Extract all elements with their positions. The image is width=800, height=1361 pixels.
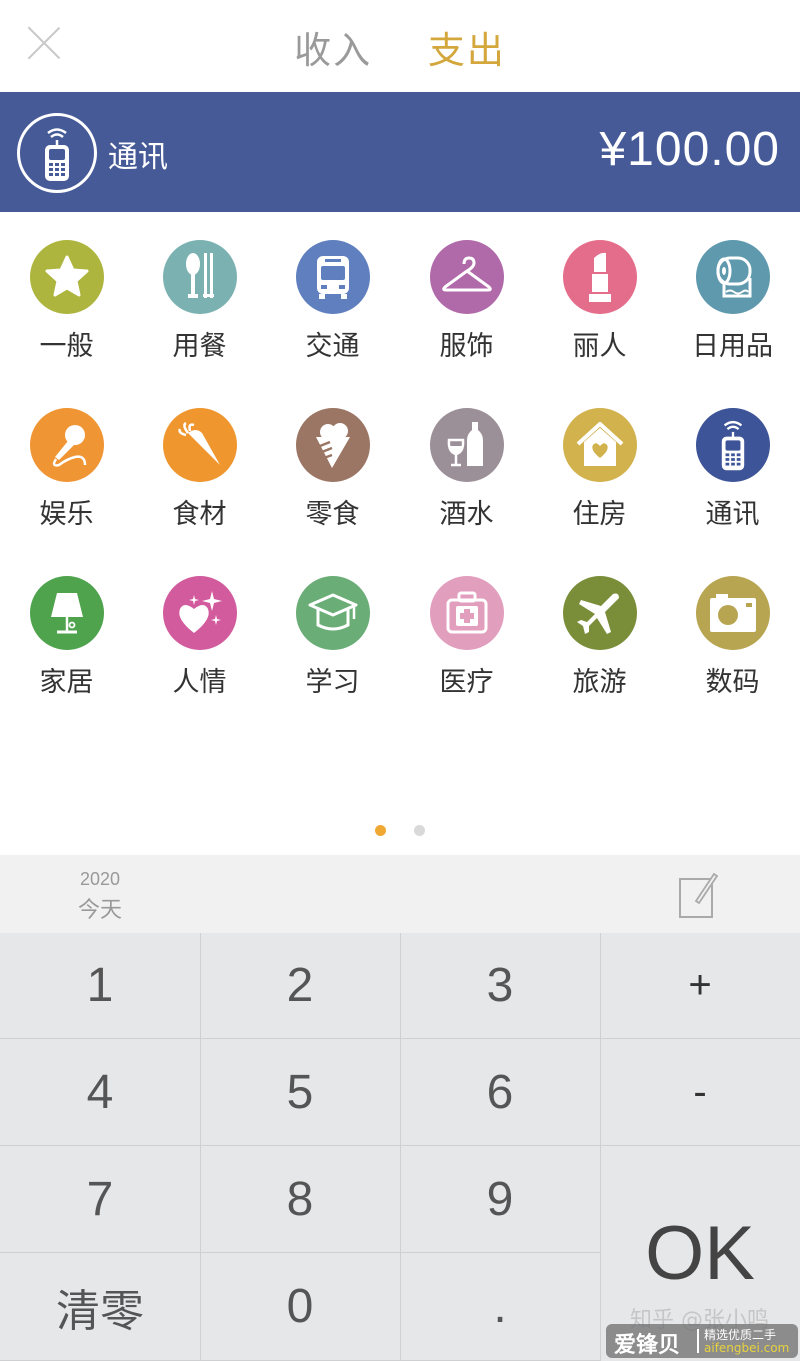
selected-category-bar: 通讯 ¥100.00 [0, 92, 800, 212]
category-item[interactable]: 家居 [0, 576, 133, 699]
category-item[interactable]: 学习 [266, 576, 399, 699]
toilet-paper-icon [695, 240, 770, 314]
house-heart-icon [562, 408, 637, 482]
star-icon [29, 240, 104, 314]
camera-icon [695, 576, 770, 650]
category-item[interactable]: 用餐 [133, 240, 266, 363]
key-0[interactable]: 0 [200, 1253, 401, 1361]
carrot-icon [162, 408, 237, 482]
spoon-chopsticks-icon [162, 240, 237, 314]
category-label: 酒水 [439, 499, 494, 530]
microphone-icon [29, 408, 104, 482]
hanger-icon [429, 240, 504, 314]
category-label: 家居 [39, 667, 94, 698]
edit-note-icon[interactable] [676, 871, 720, 919]
selected-category-label: 通讯 [108, 140, 168, 175]
category-label: 旅游 [572, 667, 627, 698]
lamp-icon [29, 576, 104, 650]
category-item[interactable]: 酒水 [400, 408, 533, 531]
watermark-brand: 爱锋贝 [614, 1333, 681, 1358]
key-decimal[interactable]: . [400, 1253, 601, 1361]
category-item[interactable]: 人情 [133, 576, 266, 699]
graduation-cap-icon [295, 576, 370, 650]
key-clear[interactable]: 清零 [0, 1253, 201, 1361]
category-label: 零食 [305, 499, 360, 530]
category-item[interactable]: 住房 [533, 408, 666, 531]
ice-cream-icon [295, 408, 370, 482]
category-label: 医疗 [439, 667, 494, 698]
tab-expense[interactable]: 支出 [428, 20, 506, 74]
bus-icon [295, 240, 370, 314]
lipstick-icon [562, 240, 637, 314]
category-label: 用餐 [172, 331, 227, 362]
key-9[interactable]: 9 [400, 1146, 601, 1253]
heart-sparkle-icon [162, 576, 237, 650]
category-label: 服饰 [439, 331, 494, 362]
page-dot-2[interactable] [413, 825, 425, 836]
medical-kit-icon [429, 576, 504, 650]
key-2[interactable]: 2 [200, 933, 401, 1039]
key-7[interactable]: 7 [0, 1146, 201, 1253]
category-item[interactable]: 交通 [266, 240, 399, 363]
category-item[interactable]: 一般 [0, 240, 133, 363]
category-label: 丽人 [572, 331, 627, 362]
date-bar: 2020 今天 [0, 855, 800, 933]
type-tabs: 收入 支出 [0, 20, 800, 74]
watermark-badge: 爱锋贝 精选优质二手 aifengbei.com [606, 1324, 798, 1358]
key-8[interactable]: 8 [200, 1146, 401, 1253]
key-1[interactable]: 1 [0, 933, 201, 1039]
mobile-phone-icon [695, 408, 770, 482]
watermark-divider [697, 1329, 699, 1353]
date-year: 2020 [79, 869, 121, 889]
wine-icon [429, 408, 504, 482]
page-indicator [0, 821, 800, 840]
watermark-url: aifengbei.com [704, 1341, 790, 1355]
category-item[interactable]: 数码 [666, 576, 799, 699]
page-dot-1[interactable] [375, 825, 387, 836]
key-plus[interactable]: + [600, 933, 800, 1039]
category-label: 通讯 [705, 499, 760, 530]
top-bar: 收入 支出 [0, 0, 800, 92]
category-label: 一般 [39, 331, 94, 362]
category-label: 数码 [705, 667, 760, 698]
category-label: 人情 [172, 667, 227, 698]
category-label: 学习 [305, 667, 360, 698]
category-item[interactable]: 食材 [133, 408, 266, 531]
airplane-icon [562, 576, 637, 650]
date-day: 今天 [77, 898, 122, 923]
category-item[interactable]: 服饰 [400, 240, 533, 363]
key-6[interactable]: 6 [400, 1039, 601, 1146]
date-picker-button[interactable]: 2020 今天 [60, 869, 140, 924]
category-label: 娱乐 [39, 499, 94, 530]
category-item[interactable]: 零食 [266, 408, 399, 531]
category-item[interactable]: 通讯 [666, 408, 799, 531]
tab-income[interactable]: 收入 [294, 20, 372, 74]
category-item[interactable]: 丽人 [533, 240, 666, 363]
amount-display: ¥100.00 [599, 123, 780, 176]
key-5[interactable]: 5 [200, 1039, 401, 1146]
numeric-keypad: 1 2 3 +4 5 6-7 8 9 清零 0. OK [0, 933, 800, 1361]
category-label: 交通 [305, 331, 360, 362]
key-4[interactable]: 4 [0, 1039, 201, 1146]
category-label: 日用品 [692, 331, 773, 362]
category-item[interactable]: 日用品 [666, 240, 799, 363]
category-item[interactable]: 医疗 [400, 576, 533, 699]
key-3[interactable]: 3 [400, 933, 601, 1039]
mobile-phone-icon [17, 113, 97, 193]
key-minus[interactable]: - [600, 1039, 800, 1146]
category-item[interactable]: 旅游 [533, 576, 666, 699]
category-label: 食材 [172, 499, 227, 530]
category-item[interactable]: 娱乐 [0, 408, 133, 531]
category-label: 住房 [572, 499, 627, 530]
